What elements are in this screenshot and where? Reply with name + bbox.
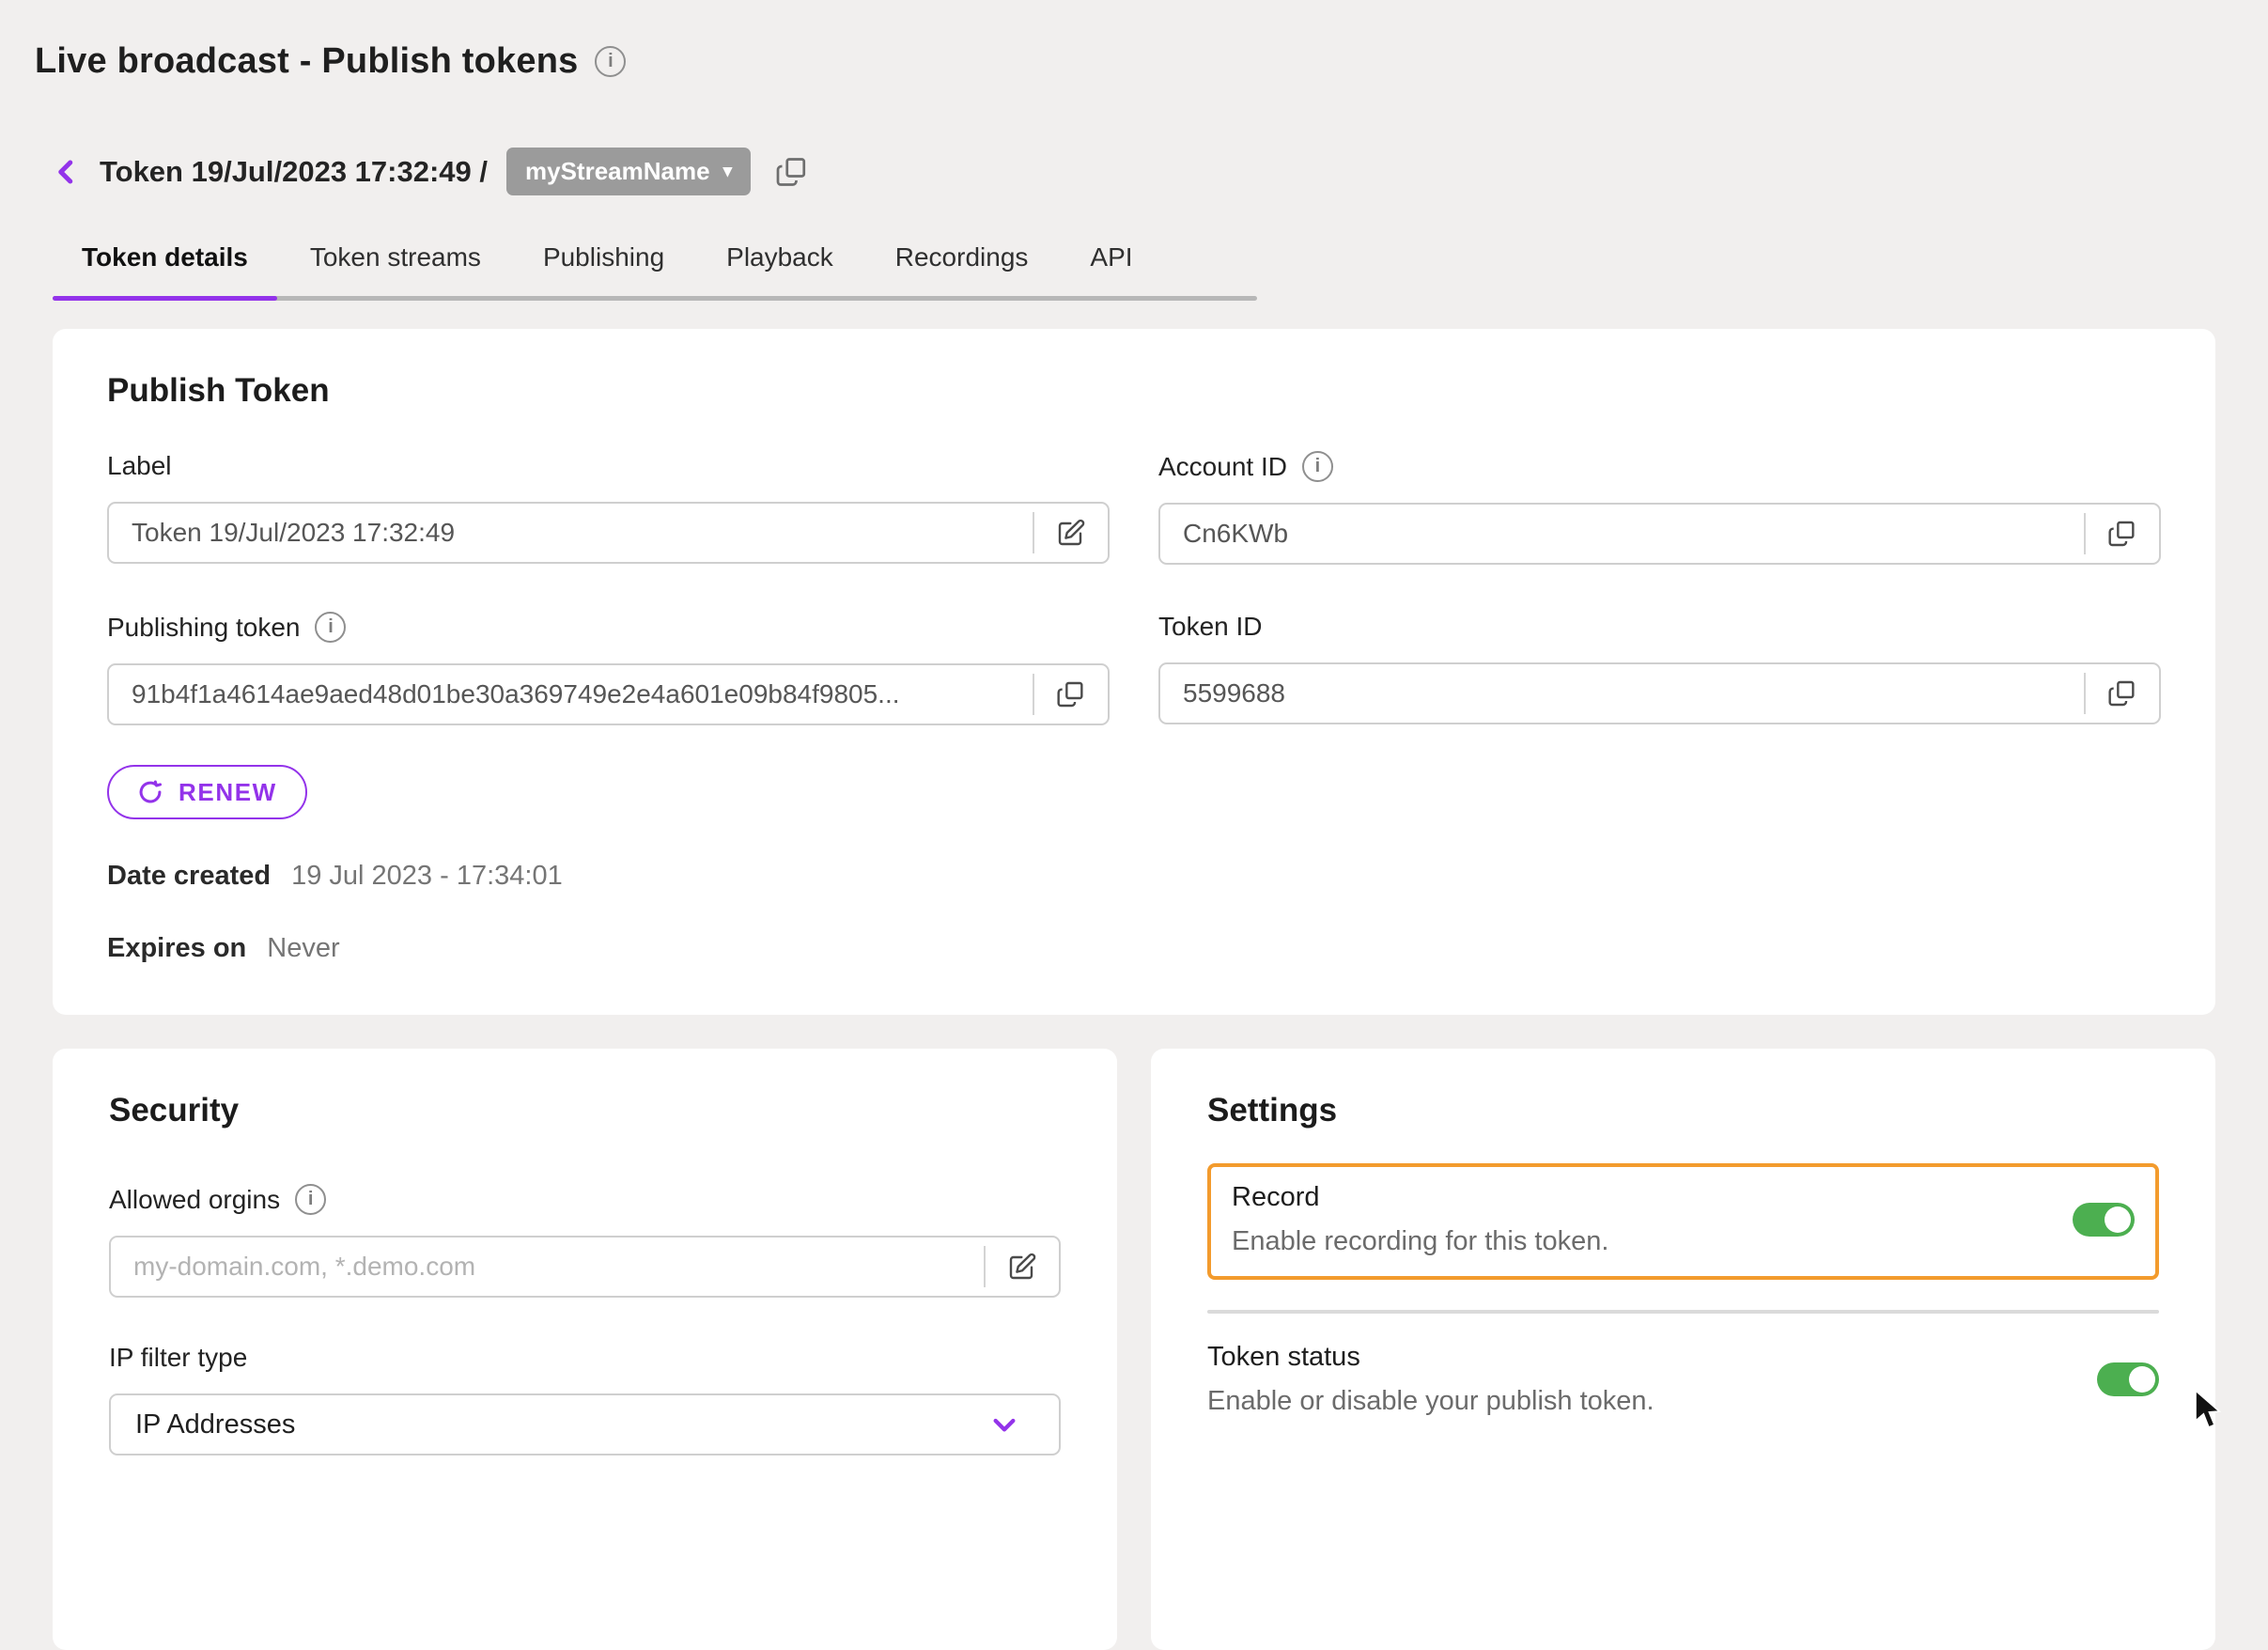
allowed-origins-label-text: Allowed orgins (109, 1185, 280, 1215)
renew-button[interactable]: RENEW (107, 765, 307, 819)
chevron-down-icon (989, 1409, 1019, 1440)
tab-api[interactable]: API (1090, 242, 1132, 301)
settings-title: Settings (1207, 1092, 2159, 1129)
edit-icon[interactable] (1034, 518, 1108, 548)
token-status-text: Token status Enable or disable your publ… (1207, 1342, 1654, 1417)
page: Live broadcast - Publish tokens i Token … (0, 0, 2268, 1650)
mouse-cursor-icon (2194, 1389, 2226, 1435)
copy-icon[interactable] (2086, 519, 2159, 549)
account-id-input[interactable]: Cn6KWb (1158, 503, 2161, 565)
info-icon[interactable]: i (315, 612, 346, 643)
publishing-token-label-text: Publishing token (107, 613, 300, 643)
token-id-value: 5599688 (1160, 678, 2084, 708)
allowed-origins-input[interactable] (111, 1252, 984, 1282)
breadcrumb: Token 19/Jul/2023 17:32:49 / myStreamNam… (53, 148, 2215, 195)
publish-token-fields: Label Token 19/Jul/2023 17:32:49 Account… (107, 451, 2161, 725)
publishing-token-input[interactable]: 91b4f1a4614ae9aed48d01be30a369749e2e4a60… (107, 663, 1110, 725)
label-field-label: Label (107, 451, 1110, 481)
token-status-label: Token status (1207, 1342, 1654, 1373)
stream-name-dropdown[interactable]: myStreamName ▾ (506, 148, 751, 195)
renew-button-label: RENEW (179, 778, 277, 807)
ip-filter-type-select[interactable]: IP Addresses (109, 1393, 1061, 1455)
publishing-token-label: Publishing token i (107, 612, 1110, 643)
tab-token-details[interactable]: Token details (82, 242, 248, 301)
record-toggle[interactable] (2073, 1203, 2135, 1237)
info-icon[interactable]: i (595, 46, 626, 77)
security-card: Security Allowed orgins i IP filter type… (53, 1049, 1117, 1650)
token-status-description: Enable or disable your publish token. (1207, 1386, 1654, 1417)
date-created-label: Date created (107, 861, 271, 892)
account-id-field-group: Account ID i Cn6KWb (1158, 451, 2161, 565)
stream-name-label: myStreamName (525, 157, 710, 186)
copy-icon[interactable] (775, 155, 809, 189)
settings-card: Settings Record Enable recording for thi… (1151, 1049, 2215, 1650)
token-status-setting: Token status Enable or disable your publ… (1207, 1342, 2159, 1417)
date-created-value: 19 Jul 2023 - 17:34:01 (291, 861, 563, 892)
token-id-label: Token ID (1158, 612, 2161, 642)
publish-token-title: Publish Token (107, 372, 2161, 410)
account-id-label: Account ID i (1158, 451, 2161, 482)
ip-filter-type-label: IP filter type (109, 1343, 1061, 1373)
expires-on-row: Expires on Never (107, 933, 2161, 964)
account-id-value: Cn6KWb (1160, 519, 2084, 549)
tab-bar: Token details Token streams Publishing P… (53, 242, 1257, 301)
tab-token-streams[interactable]: Token streams (310, 242, 481, 301)
publishing-token-field-group: Publishing token i 91b4f1a4614ae9aed48d0… (107, 612, 1110, 725)
token-id-field-group: Token ID 5599688 (1158, 612, 2161, 725)
publishing-token-value: 91b4f1a4614ae9aed48d01be30a369749e2e4a60… (109, 679, 1033, 709)
security-title: Security (109, 1092, 1061, 1129)
label-input[interactable]: Token 19/Jul/2023 17:32:49 (107, 502, 1110, 564)
copy-icon[interactable] (2086, 678, 2159, 708)
record-label: Record (1232, 1182, 1608, 1213)
page-title: Live broadcast - Publish tokens (35, 41, 578, 82)
secondary-cards-row: Security Allowed orgins i IP filter type… (53, 1049, 2215, 1650)
allowed-origins-input-box (109, 1236, 1061, 1298)
record-setting-text: Record Enable recording for this token. (1232, 1182, 1608, 1257)
renew-icon (137, 779, 163, 805)
record-description: Enable recording for this token. (1232, 1226, 1608, 1257)
page-header: Live broadcast - Publish tokens i (35, 0, 2215, 82)
ip-filter-type-value: IP Addresses (135, 1409, 295, 1440)
label-field-group: Label Token 19/Jul/2023 17:32:49 (107, 451, 1110, 565)
expires-on-value: Never (267, 933, 339, 964)
info-icon[interactable]: i (1302, 451, 1333, 482)
token-id-input[interactable]: 5599688 (1158, 662, 2161, 724)
allowed-origins-label: Allowed orgins i (109, 1184, 1061, 1215)
edit-icon[interactable] (986, 1252, 1059, 1282)
tab-recordings[interactable]: Recordings (895, 242, 1029, 301)
date-created-row: Date created 19 Jul 2023 - 17:34:01 (107, 861, 2161, 892)
token-status-toggle[interactable] (2097, 1362, 2159, 1396)
account-id-label-text: Account ID (1158, 452, 1287, 482)
chevron-down-icon: ▾ (723, 163, 733, 180)
info-icon[interactable]: i (295, 1184, 326, 1215)
record-setting-highlighted: Record Enable recording for this token. (1207, 1163, 2159, 1280)
back-chevron-icon[interactable] (53, 155, 81, 189)
publish-token-card: Publish Token Label Token 19/Jul/2023 17… (53, 329, 2215, 1015)
expires-on-label: Expires on (107, 933, 246, 964)
settings-divider (1207, 1310, 2159, 1314)
label-input-value: Token 19/Jul/2023 17:32:49 (109, 518, 1033, 548)
tab-playback[interactable]: Playback (726, 242, 833, 301)
tab-publishing[interactable]: Publishing (543, 242, 664, 301)
breadcrumb-token-label: Token 19/Jul/2023 17:32:49 / (100, 155, 488, 189)
copy-icon[interactable] (1034, 679, 1108, 709)
